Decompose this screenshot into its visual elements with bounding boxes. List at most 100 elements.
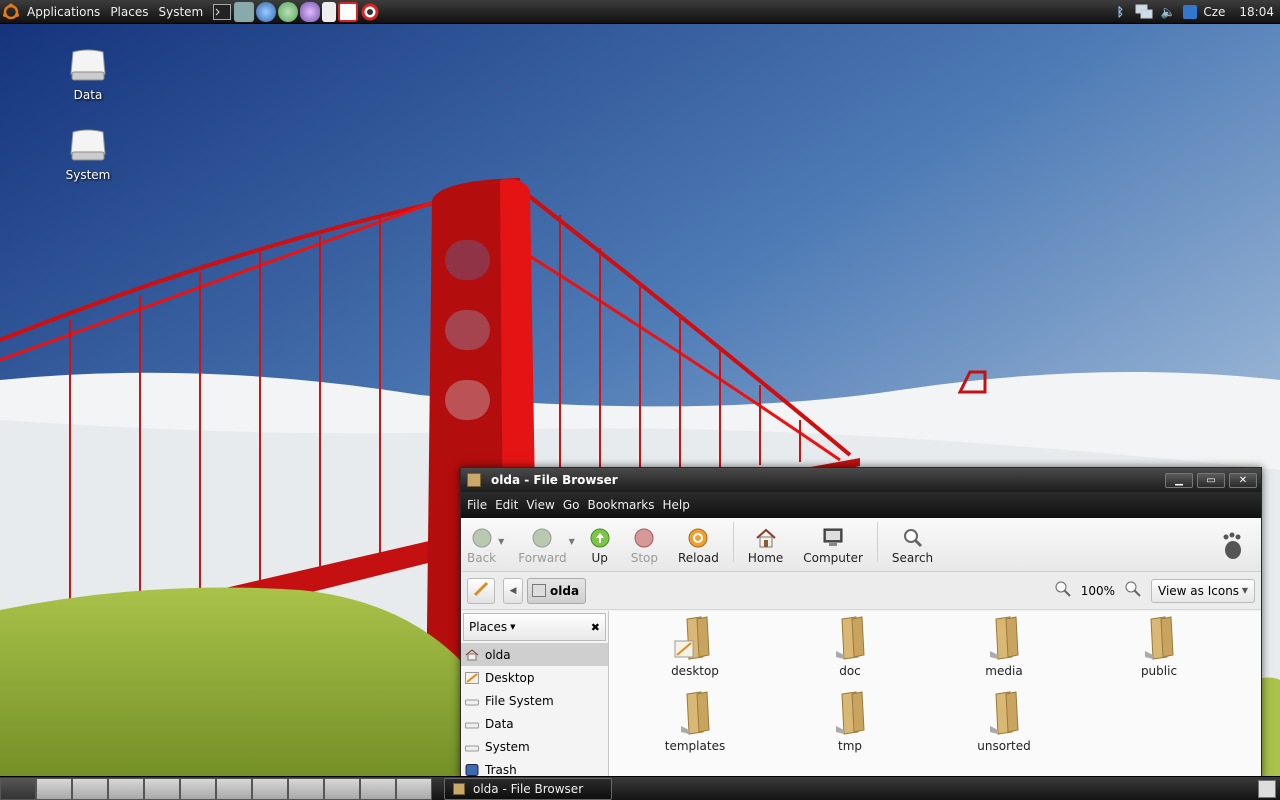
toolbar-separator: [732, 521, 734, 562]
taskbar-button-file-browser[interactable]: olda - File Browser: [444, 777, 612, 800]
menu-help[interactable]: Help: [659, 498, 694, 512]
reload-button[interactable]: Reload: [678, 527, 719, 565]
top-panel: Applications Places System ᛒ 🔈 Cze 18:04: [0, 0, 1280, 24]
sidebar-item-label: Trash: [485, 762, 517, 777]
stop-icon: [633, 527, 655, 549]
zoom-level[interactable]: 100%: [1081, 584, 1115, 598]
system-menu[interactable]: System: [153, 0, 208, 24]
folder-icon: [828, 690, 872, 736]
menu-go[interactable]: Go: [559, 498, 584, 512]
chevron-down-icon[interactable]: ▼: [510, 623, 515, 631]
text-editor-icon[interactable]: [322, 1, 337, 22]
clock[interactable]: 18:04: [1239, 5, 1274, 19]
search-button[interactable]: Search: [892, 527, 933, 565]
view-mode-label: View as Icons: [1158, 583, 1240, 598]
bug-buddy-icon[interactable]: [278, 1, 299, 22]
close-button[interactable]: ✕: [1229, 472, 1257, 488]
zoom-in-icon[interactable]: [1125, 581, 1141, 600]
zoom-control: 100%: [1055, 581, 1141, 600]
folder-media[interactable]: media: [954, 615, 1054, 678]
folder-icon: [1137, 615, 1181, 661]
firefox-icon[interactable]: [256, 1, 277, 22]
menubar: File Edit View Go Bookmarks Help: [461, 492, 1261, 518]
taskbar-button-label: olda - File Browser: [473, 781, 584, 796]
maximize-button[interactable]: ▭: [1197, 472, 1225, 488]
desktop-icon-data[interactable]: Data: [48, 48, 128, 102]
menu-edit[interactable]: Edit: [491, 498, 522, 512]
applications-menu[interactable]: Applications: [22, 0, 105, 24]
sidebar-item-desktop[interactable]: Desktop: [461, 666, 608, 689]
folder-templates[interactable]: templates: [645, 690, 745, 753]
show-desktop-icon[interactable]: [1258, 779, 1276, 798]
window-titlebar[interactable]: olda - File Browser ▁ ▭ ✕: [461, 468, 1261, 492]
sidebar-item-system[interactable]: System: [461, 735, 608, 758]
reload-label: Reload: [678, 551, 719, 565]
home-button[interactable]: Home: [748, 527, 783, 565]
workspace-8[interactable]: [252, 777, 288, 800]
desktop-icon-system[interactable]: System: [48, 128, 128, 182]
back-dropdown-icon[interactable]: ▼: [498, 537, 504, 546]
forward-button[interactable]: Forward: [518, 527, 567, 565]
desktop-icon-label: Data: [73, 88, 103, 102]
workspace-7[interactable]: [216, 777, 252, 800]
workspace-11[interactable]: [360, 777, 396, 800]
network-icon[interactable]: [1135, 3, 1153, 21]
folder-label: unsorted: [977, 739, 1031, 753]
help-lifebuoy-icon[interactable]: [360, 2, 380, 22]
stop-button[interactable]: Stop: [631, 527, 658, 565]
network-tool-icon[interactable]: [234, 1, 255, 22]
terminal-icon[interactable]: [212, 2, 232, 22]
folder-unsorted[interactable]: unsorted: [954, 690, 1054, 753]
back-label: Back: [467, 551, 497, 565]
back-button[interactable]: Back: [467, 527, 496, 565]
workspace-5[interactable]: [144, 777, 180, 800]
workspace-9[interactable]: [288, 777, 324, 800]
computer-icon: [822, 527, 844, 549]
sidebar-type-selector[interactable]: Places: [469, 620, 507, 634]
volume-icon[interactable]: 🔈: [1159, 3, 1177, 21]
workspace-10[interactable]: [324, 777, 360, 800]
folder-icon: [982, 615, 1026, 661]
folder-label: templates: [664, 739, 726, 753]
sidebar-item-label: File System: [485, 693, 554, 708]
workspace-6[interactable]: [180, 777, 216, 800]
up-label: Up: [591, 551, 608, 565]
workspace-2[interactable]: [36, 777, 72, 800]
location-edit-button[interactable]: [467, 577, 495, 604]
drive-icon: [465, 695, 479, 707]
menu-file[interactable]: File: [463, 498, 491, 512]
workspace-3[interactable]: [72, 777, 108, 800]
computer-button[interactable]: Computer: [803, 527, 863, 565]
folder-desktop[interactable]: desktop: [645, 615, 745, 678]
keyboard-layout-icon[interactable]: [1183, 4, 1198, 19]
forward-label: Forward: [518, 551, 567, 565]
sidebar-item-data[interactable]: Data: [461, 712, 608, 735]
path-scroll-left-button[interactable]: ◀: [503, 577, 523, 604]
menu-view[interactable]: View: [522, 498, 558, 512]
sidebar-item-file-system[interactable]: File System: [461, 689, 608, 712]
workspace-4[interactable]: [108, 777, 144, 800]
folder-doc[interactable]: doc: [800, 615, 900, 678]
calendar-icon[interactable]: [338, 1, 359, 22]
back-arrow-icon: [471, 527, 493, 549]
sidebar-close-icon[interactable]: ✖: [591, 621, 600, 634]
zoom-out-icon[interactable]: [1055, 581, 1071, 600]
places-menu[interactable]: Places: [105, 0, 153, 24]
minimize-button[interactable]: ▁: [1165, 472, 1193, 488]
folder-icon: [828, 615, 872, 661]
up-button[interactable]: Up: [589, 527, 611, 565]
view-mode-select[interactable]: View as Icons ▼: [1151, 578, 1255, 603]
keyboard-layout-label[interactable]: Cze: [1203, 5, 1225, 19]
folder-public[interactable]: public: [1109, 615, 1209, 678]
workspace-1[interactable]: [0, 777, 36, 800]
breadcrumb-current[interactable]: olda: [527, 577, 587, 604]
sidebar-header: Places ▼ ✖: [463, 613, 606, 641]
pidgin-icon[interactable]: [300, 1, 321, 22]
forward-dropdown-icon[interactable]: ▼: [569, 537, 575, 546]
workspace-12[interactable]: [396, 777, 432, 800]
ubuntu-logo-icon[interactable]: [1, 2, 21, 22]
folder-tmp[interactable]: tmp: [800, 690, 900, 753]
bluetooth-icon[interactable]: ᛒ: [1111, 3, 1129, 21]
menu-bookmarks[interactable]: Bookmarks: [583, 498, 658, 512]
sidebar-item-olda[interactable]: olda: [461, 643, 608, 666]
